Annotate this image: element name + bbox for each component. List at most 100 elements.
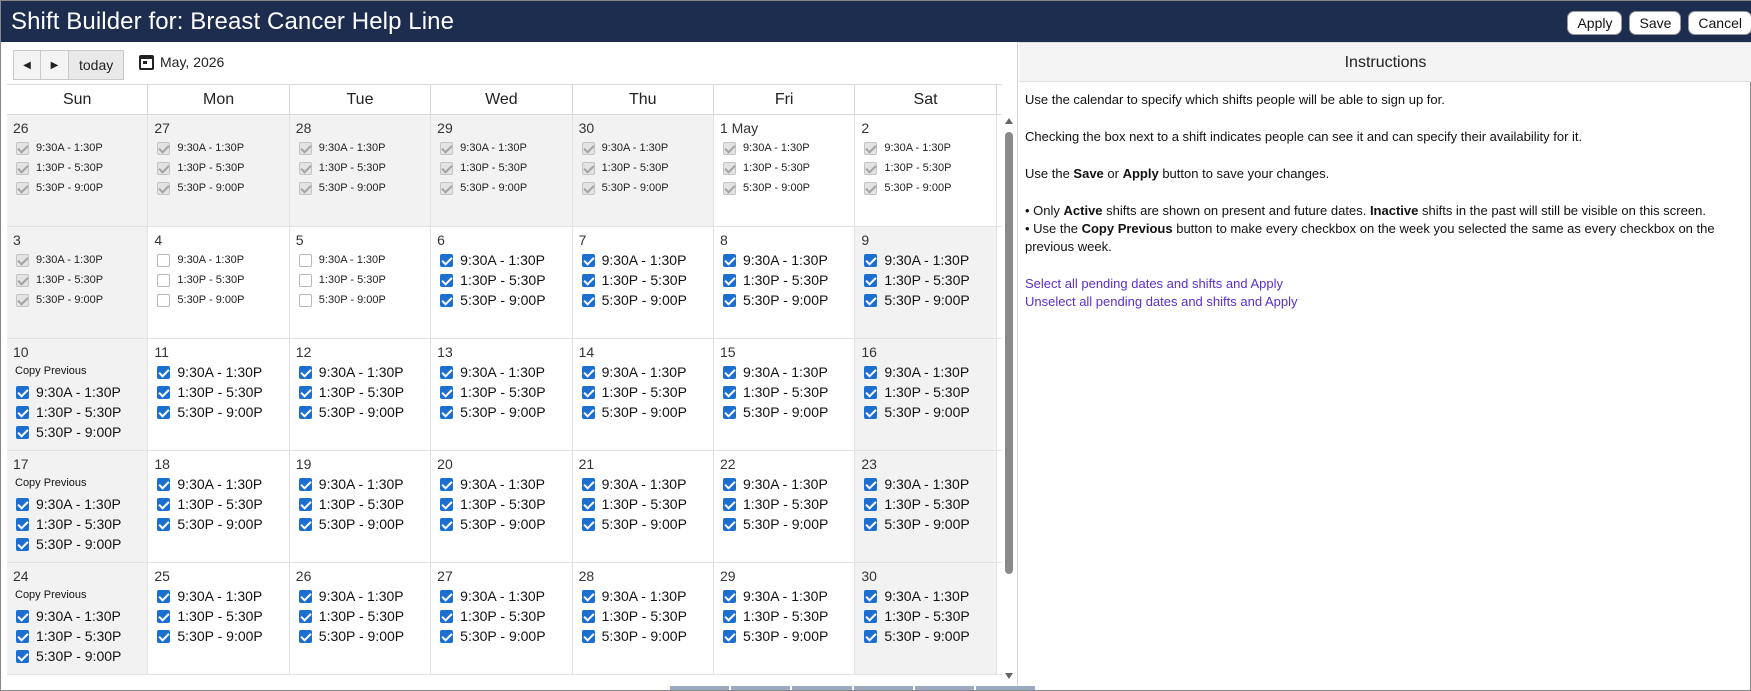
shift-checkbox[interactable]	[722, 405, 736, 419]
vertical-scrollbar[interactable]	[1002, 116, 1016, 681]
shift-option[interactable]: 5:30P - 9:00P	[437, 290, 565, 310]
shift-option[interactable]: 1:30P - 5:30P	[720, 382, 848, 402]
shift-option[interactable]: 5:30P - 9:00P	[13, 646, 141, 666]
shift-option[interactable]: 9:30A - 1:30P	[861, 474, 989, 494]
shift-option[interactable]: 5:30P - 9:00P	[579, 626, 707, 646]
shift-option[interactable]: 5:30P - 9:00P	[296, 626, 424, 646]
scroll-up-icon[interactable]	[1005, 118, 1013, 124]
shift-option[interactable]: 9:30A - 1:30P	[296, 362, 424, 382]
shift-checkbox[interactable]	[581, 497, 595, 511]
shift-option[interactable]: 9:30A - 1:30P	[579, 250, 707, 270]
save-button[interactable]: Save	[1629, 11, 1682, 35]
shift-option[interactable]: 9:30A - 1:30P	[579, 586, 707, 606]
shift-option[interactable]: 9:30A - 1:30P	[437, 474, 565, 494]
shift-checkbox[interactable]	[16, 425, 29, 439]
shift-option[interactable]: 1:30P - 5:30P	[579, 270, 707, 290]
shift-checkbox[interactable]	[581, 293, 595, 307]
shift-option[interactable]: 5:30P - 9:00P	[720, 514, 848, 534]
shift-checkbox[interactable]	[722, 477, 736, 491]
shift-option[interactable]: 9:30A - 1:30P	[861, 250, 989, 270]
shift-option[interactable]: 9:30A - 1:30P	[437, 362, 565, 382]
shift-option[interactable]: 1:30P - 5:30P	[579, 606, 707, 626]
prev-month-button[interactable]: ◀	[13, 50, 41, 80]
shift-option[interactable]: 1:30P - 5:30P	[296, 382, 424, 402]
shift-option[interactable]: 5:30P - 9:00P	[579, 290, 707, 310]
shift-checkbox[interactable]	[864, 517, 878, 531]
shift-checkbox[interactable]	[581, 609, 595, 623]
shift-checkbox[interactable]	[864, 477, 878, 491]
shift-option[interactable]: 9:30A - 1:30P	[579, 362, 707, 382]
scroll-down-icon[interactable]	[1005, 673, 1013, 679]
shift-checkbox[interactable]	[16, 649, 29, 663]
shift-option[interactable]: 1:30P - 5:30P	[437, 606, 565, 626]
shift-option[interactable]: 1:30P - 5:30P	[437, 270, 565, 290]
shift-checkbox[interactable]	[440, 365, 454, 379]
shift-option[interactable]: 1:30P - 5:30P	[154, 606, 282, 626]
shift-checkbox[interactable]	[440, 253, 454, 267]
shift-option[interactable]: 9:30A - 1:30P	[437, 250, 565, 270]
shift-checkbox[interactable]	[864, 497, 878, 511]
shift-checkbox[interactable]	[722, 589, 736, 603]
shift-option[interactable]: 5:30P - 9:00P	[154, 626, 282, 646]
shift-checkbox[interactable]	[864, 609, 878, 623]
shift-checkbox[interactable]	[16, 629, 29, 643]
shift-checkbox[interactable]	[581, 477, 595, 491]
shift-checkbox[interactable]	[298, 609, 312, 623]
shift-option[interactable]: 9:30A - 1:30P	[720, 362, 848, 382]
shift-option[interactable]: 9:30A - 1:30P	[720, 250, 848, 270]
shift-checkbox[interactable]	[581, 253, 595, 267]
shift-checkbox[interactable]	[581, 517, 595, 531]
shift-checkbox[interactable]	[157, 589, 171, 603]
shift-option[interactable]: 1:30P - 5:30P	[861, 494, 989, 514]
shift-checkbox[interactable]	[864, 273, 878, 287]
shift-option[interactable]: 1:30P - 5:30P	[13, 514, 141, 534]
shift-checkbox[interactable]	[440, 589, 454, 603]
shift-checkbox[interactable]	[864, 365, 878, 379]
shift-option[interactable]: 1:30P - 5:30P	[154, 382, 282, 402]
shift-option[interactable]: 9:30A - 1:30P	[579, 474, 707, 494]
shift-checkbox[interactable]	[722, 253, 736, 267]
shift-checkbox[interactable]	[581, 589, 595, 603]
shift-checkbox[interactable]	[298, 365, 312, 379]
shift-checkbox[interactable]	[16, 517, 29, 531]
shift-option[interactable]: 5:30P - 9:00P	[13, 534, 141, 554]
shift-checkbox[interactable]	[298, 497, 312, 511]
shift-checkbox[interactable]	[722, 365, 736, 379]
shift-checkbox[interactable]	[581, 405, 595, 419]
month-picker[interactable]: May, 2026	[139, 54, 224, 70]
shift-checkbox[interactable]	[722, 385, 736, 399]
shift-checkbox[interactable]	[440, 385, 454, 399]
shift-checkbox[interactable]	[864, 405, 878, 419]
shift-checkbox[interactable]	[157, 477, 171, 491]
shift-option[interactable]: 5:30P - 9:00P	[861, 402, 989, 422]
scrollbar-thumb[interactable]	[1005, 132, 1013, 574]
unselect-all-link[interactable]: Unselect all pending dates and shifts an…	[1025, 293, 1746, 311]
shift-option[interactable]: 9:30A - 1:30P	[720, 474, 848, 494]
shift-option[interactable]: 9:30A - 1:30P	[154, 362, 282, 382]
shift-option[interactable]: 1:30P - 5:30P	[296, 494, 424, 514]
shift-option[interactable]: 5:30P - 9:00P	[437, 402, 565, 422]
shift-checkbox[interactable]	[298, 589, 312, 603]
shift-checkbox[interactable]	[157, 365, 171, 379]
shift-checkbox[interactable]	[864, 385, 878, 399]
shift-option[interactable]: 5:30P - 9:00P	[861, 514, 989, 534]
shift-checkbox[interactable]	[16, 405, 29, 419]
apply-button[interactable]: Apply	[1567, 11, 1623, 35]
shift-checkbox[interactable]	[722, 497, 736, 511]
shift-checkbox[interactable]	[298, 517, 312, 531]
shift-checkbox[interactable]	[864, 629, 878, 643]
shift-option[interactable]: 5:30P - 9:00P	[579, 514, 707, 534]
shift-checkbox[interactable]	[157, 385, 171, 399]
shift-option[interactable]: 5:30P - 9:00P	[437, 514, 565, 534]
shift-checkbox[interactable]	[581, 629, 595, 643]
shift-option[interactable]: 5:30P - 9:00P	[296, 402, 424, 422]
shift-checkbox[interactable]	[440, 517, 454, 531]
shift-option[interactable]: 9:30A - 1:30P	[296, 586, 424, 606]
cancel-button[interactable]: Cancel	[1688, 11, 1751, 35]
shift-option[interactable]: 9:30A - 1:30P	[13, 382, 141, 402]
shift-checkbox[interactable]	[864, 293, 878, 307]
shift-checkbox[interactable]	[157, 609, 171, 623]
shift-checkbox[interactable]	[722, 293, 736, 307]
shift-option[interactable]: 5:30P - 9:00P	[861, 626, 989, 646]
shift-option[interactable]: 5:30P - 9:00P	[154, 402, 282, 422]
